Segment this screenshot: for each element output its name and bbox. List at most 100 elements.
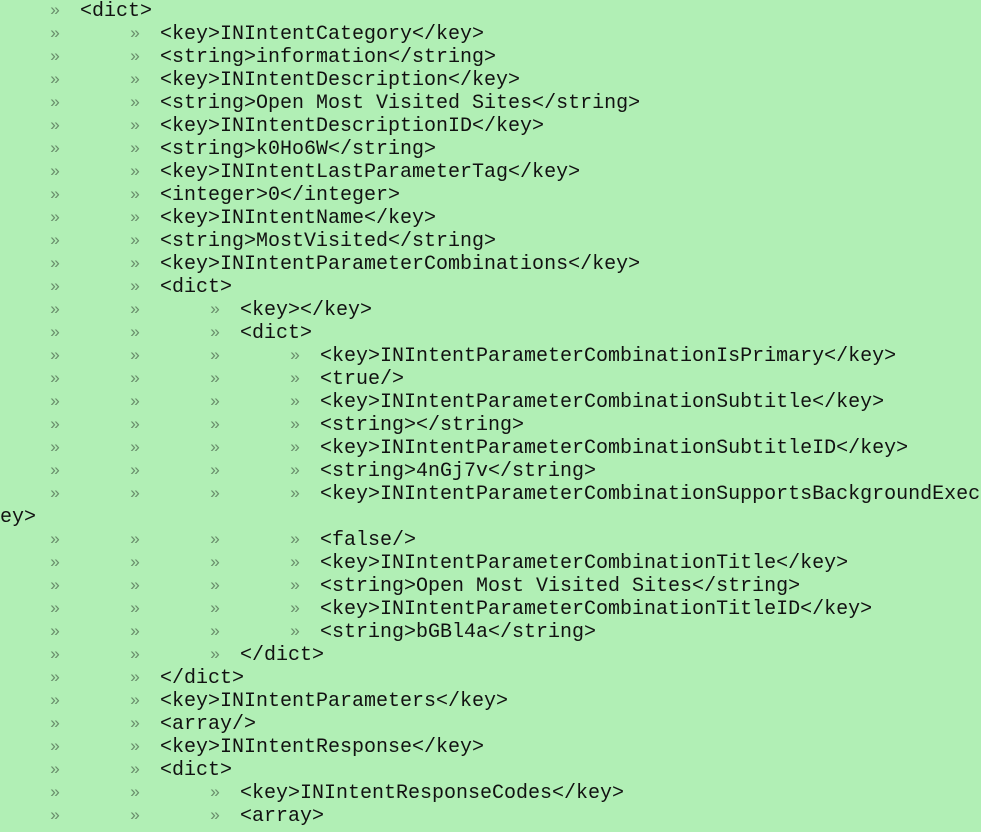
whitespace-tab-marker [0,805,80,828]
code-line: </dict> [0,667,981,690]
code-line: <key>INIntentParameterCombinationTitleID… [0,598,981,621]
whitespace-tab-marker [0,230,80,253]
code-line: <string>bGBl4a</string> [0,621,981,644]
code-line: <string>k0Ho6W</string> [0,138,981,161]
whitespace-tab-marker [80,414,160,437]
whitespace-tab-marker [240,368,320,391]
whitespace-tab-marker [240,345,320,368]
whitespace-tab-marker [0,391,80,414]
code-line: <key>INIntentParameterCombinationSubtitl… [0,437,981,460]
code-line: <key>INIntentParameterCombinations</key> [0,253,981,276]
code-line: <true/> [0,368,981,391]
whitespace-tab-marker [0,483,80,506]
whitespace-tab-marker [0,368,80,391]
whitespace-tab-marker [160,598,240,621]
code-line: <string>Open Most Visited Sites</string> [0,575,981,598]
whitespace-tab-marker [80,690,160,713]
whitespace-tab-marker [80,759,160,782]
whitespace-tab-marker [0,529,80,552]
whitespace-tab-marker [160,368,240,391]
whitespace-tab-marker [0,253,80,276]
code-line: <key>INIntentResponseCodes</key> [0,782,981,805]
whitespace-tab-marker [240,483,320,506]
whitespace-tab-marker [240,529,320,552]
whitespace-tab-marker [80,46,160,69]
whitespace-tab-marker [80,299,160,322]
whitespace-tab-marker [0,299,80,322]
code-line: <key>INIntentDescription</key> [0,69,981,92]
whitespace-tab-marker [80,207,160,230]
whitespace-tab-marker [160,345,240,368]
whitespace-tab-marker [0,621,80,644]
whitespace-tab-marker [0,460,80,483]
whitespace-tab-marker [80,575,160,598]
whitespace-tab-marker [240,552,320,575]
whitespace-tab-marker [0,437,80,460]
whitespace-tab-marker [160,299,240,322]
code-line: <key>INIntentParameterCombinationSupport… [0,483,981,506]
whitespace-tab-marker [160,460,240,483]
code-line: <string>information</string> [0,46,981,69]
code-line: <key></key> [0,299,981,322]
code-line: <key>INIntentDescriptionID</key> [0,115,981,138]
whitespace-tab-marker [0,759,80,782]
whitespace-tab-marker [0,46,80,69]
code-line: <key>INIntentParameterCombinationIsPrima… [0,345,981,368]
whitespace-tab-marker [80,322,160,345]
whitespace-tab-marker [0,184,80,207]
whitespace-tab-marker [80,713,160,736]
whitespace-tab-marker [80,483,160,506]
whitespace-tab-marker [80,276,160,299]
code-line: <integer>0</integer> [0,184,981,207]
whitespace-tab-marker [240,414,320,437]
code-line: <key>INIntentParameterCombinationSubtitl… [0,391,981,414]
whitespace-tab-marker [0,92,80,115]
whitespace-tab-marker [80,782,160,805]
whitespace-tab-marker [240,460,320,483]
whitespace-tab-marker [160,322,240,345]
code-line: <string>4nGj7v</string> [0,460,981,483]
whitespace-tab-marker [160,644,240,667]
whitespace-tab-marker [80,368,160,391]
whitespace-tab-marker [80,644,160,667]
code-line: <dict> [0,276,981,299]
whitespace-tab-marker [160,621,240,644]
whitespace-tab-marker [0,345,80,368]
whitespace-tab-marker [80,184,160,207]
whitespace-tab-marker [160,782,240,805]
code-line: <array/> [0,713,981,736]
code-block: <dict><key>INIntentCategory</key><string… [0,0,981,828]
whitespace-tab-marker [0,276,80,299]
whitespace-tab-marker [0,667,80,690]
code-line: <key>INIntentCategory</key> [0,23,981,46]
code-line: <key>INIntentResponse</key> [0,736,981,759]
code-line: <dict> [0,759,981,782]
code-line: </dict> [0,644,981,667]
whitespace-tab-marker [80,345,160,368]
whitespace-tab-marker [80,736,160,759]
whitespace-tab-marker [0,713,80,736]
whitespace-tab-marker [0,207,80,230]
whitespace-tab-marker [80,391,160,414]
code-line: <key>INIntentParameterCombinationTitle</… [0,552,981,575]
whitespace-tab-marker [80,460,160,483]
whitespace-tab-marker [80,552,160,575]
whitespace-tab-marker [0,782,80,805]
code-line: <dict> [0,322,981,345]
whitespace-tab-marker [160,437,240,460]
whitespace-tab-marker [80,621,160,644]
whitespace-tab-marker [0,0,80,23]
code-line: <key>INIntentName</key> [0,207,981,230]
whitespace-tab-marker [0,69,80,92]
whitespace-tab-marker [80,161,160,184]
whitespace-tab-marker [80,115,160,138]
whitespace-tab-marker [0,552,80,575]
whitespace-tab-marker [0,115,80,138]
whitespace-tab-marker [0,23,80,46]
whitespace-tab-marker [160,483,240,506]
whitespace-tab-marker [160,575,240,598]
whitespace-tab-marker [240,598,320,621]
code-line: <string>MostVisited</string> [0,230,981,253]
whitespace-tab-marker [80,529,160,552]
whitespace-tab-marker [160,391,240,414]
